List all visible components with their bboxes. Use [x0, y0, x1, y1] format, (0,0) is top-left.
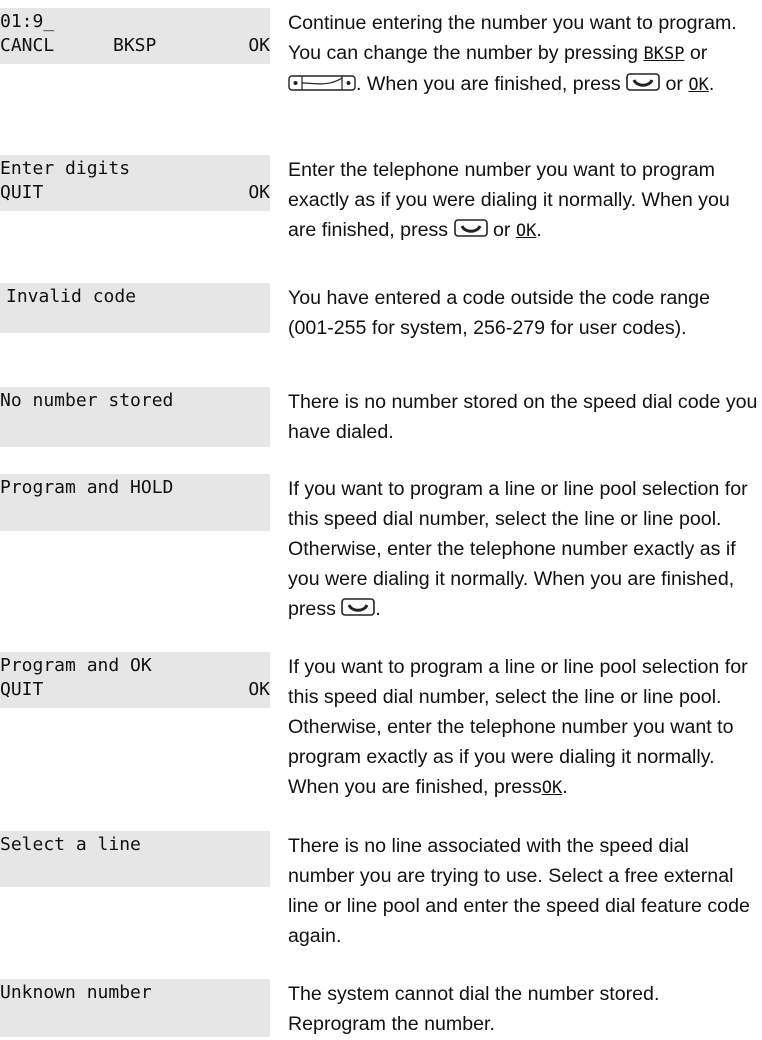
display-line-1: No number stored	[0, 390, 174, 411]
ok-softkey-ref: OK	[688, 75, 709, 95]
softkey-cancl[interactable]: CANCL	[0, 34, 54, 58]
softkey-bksp[interactable]: BKSP	[113, 34, 156, 58]
display-screen: 01:9_ CANCL BKSP OK	[0, 8, 270, 64]
handsfree-button-icon	[341, 595, 376, 625]
entry-description: There is no number stored on the speed d…	[288, 391, 758, 443]
display-line-1: Enter digits	[0, 158, 131, 179]
display-line-1: Program and OK	[0, 655, 152, 676]
display-line-1: Invalid code	[6, 286, 137, 307]
entry-description: You have entered a code outside the code…	[288, 287, 710, 339]
volume-control-bar-icon	[288, 70, 356, 100]
display-screen: No number stored	[0, 387, 270, 447]
entry-description: The system cannot dial the number stored…	[288, 983, 660, 1035]
entry-description: Enter the telephone number you want to p…	[288, 155, 758, 246]
entry-description: There is no line associated with the spe…	[288, 835, 750, 947]
ok-softkey-ref: OK	[515, 221, 537, 241]
softkey-quit[interactable]: QUIT	[0, 678, 43, 702]
softkey-ok[interactable]: OK	[248, 34, 270, 58]
display-line-1: Program and HOLD	[0, 477, 174, 498]
entry-description: If you want to program a line or line po…	[288, 474, 758, 625]
display-screen: Enter digits QUIT OK	[0, 155, 270, 211]
display-line-1: Select a line	[0, 834, 141, 855]
entry-description: Continue entering the number you want to…	[288, 8, 758, 100]
softkey-quit[interactable]: QUIT	[0, 181, 43, 205]
display-screen: Unknown number	[0, 979, 270, 1037]
bksp-softkey-ref: BKSP	[643, 44, 685, 64]
softkey-ok[interactable]: OK	[248, 678, 270, 702]
page: 01:9_ CANCL BKSP OK Continue entering th…	[0, 0, 762, 1040]
ok-softkey-ref: OK	[541, 778, 563, 798]
display-line-1: 01:9_	[0, 11, 55, 32]
entry-description: If you want to program a line or line po…	[288, 656, 748, 798]
display-screen: Select a line	[0, 831, 270, 887]
display-screen: Program and OK QUIT OK	[0, 652, 270, 708]
softkey-ok[interactable]: OK	[248, 181, 270, 205]
handsfree-button-icon	[626, 70, 660, 100]
display-screen: Program and HOLD	[0, 474, 270, 531]
handsfree-button-icon	[453, 216, 488, 246]
display-line-1: Unknown number	[0, 982, 152, 1003]
display-screen: Invalid code	[0, 283, 270, 333]
